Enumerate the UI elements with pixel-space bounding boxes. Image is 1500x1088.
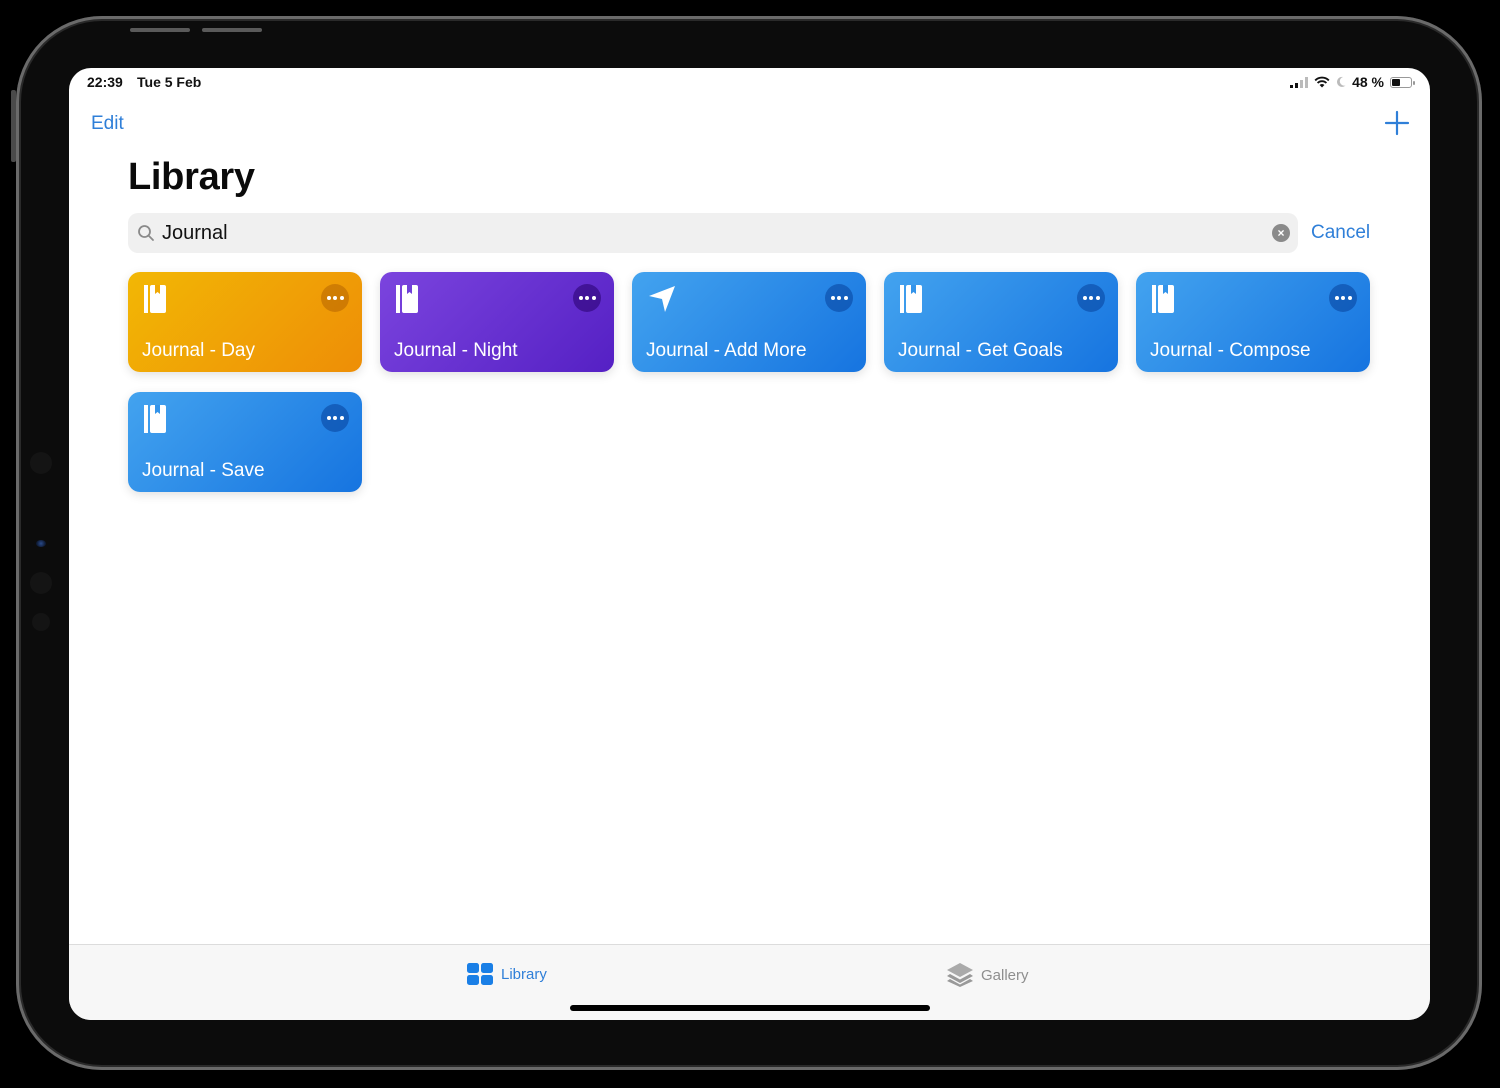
camera-icon	[36, 540, 46, 547]
signal-icon	[1290, 76, 1309, 88]
shortcut-card[interactable]: Journal - Compose	[1136, 272, 1370, 372]
tab-label: Library	[501, 965, 547, 983]
plus-icon[interactable]	[1384, 110, 1410, 136]
more-button[interactable]	[321, 404, 349, 432]
volume-button	[202, 28, 262, 32]
journal-icon	[900, 285, 922, 313]
shortcut-label: Journal - Compose	[1150, 340, 1311, 361]
status-date: Tue 5 Feb	[137, 74, 202, 90]
shortcut-label: Journal - Add More	[646, 340, 807, 361]
wifi-icon	[1314, 76, 1330, 88]
search-bar: ×	[128, 213, 1298, 253]
edit-button[interactable]: Edit	[91, 113, 124, 135]
screen: 22:39 Tue 5 Feb 48 % Edit Library Journa…	[69, 68, 1430, 1020]
more-button[interactable]	[573, 284, 601, 312]
shortcut-card[interactable]: Journal - Add More	[632, 272, 866, 372]
journal-icon	[396, 285, 418, 313]
shortcut-label: Journal - Get Goals	[898, 340, 1063, 361]
volume-button	[130, 28, 190, 32]
journal-icon	[144, 285, 166, 313]
shortcut-card[interactable]: Journal - Night	[380, 272, 614, 372]
shortcut-grid: Journal - Day Journal - Night Journal - …	[128, 272, 1370, 492]
shortcut-label: Journal - Save	[142, 460, 265, 481]
home-indicator[interactable]	[570, 1005, 930, 1011]
shortcut-card[interactable]: Journal - Get Goals	[884, 272, 1118, 372]
shortcut-card[interactable]: Journal - Day	[128, 272, 362, 372]
tab-label: Gallery	[981, 966, 1029, 984]
more-button[interactable]	[321, 284, 349, 312]
top-button	[11, 90, 16, 162]
journal-icon	[1152, 285, 1174, 313]
search-icon	[138, 225, 154, 241]
status-right: 48 %	[1290, 74, 1415, 90]
status-bar: 22:39 Tue 5 Feb 48 %	[87, 74, 1415, 94]
cancel-button[interactable]: Cancel	[1311, 222, 1370, 244]
more-button[interactable]	[1077, 284, 1105, 312]
gallery-layers-icon	[947, 963, 973, 987]
sensor-dot	[32, 613, 50, 631]
shortcut-label: Journal - Day	[142, 340, 255, 361]
battery-text: 48 %	[1352, 74, 1384, 90]
shortcut-card[interactable]: Journal - Save	[128, 392, 362, 492]
more-button[interactable]	[825, 284, 853, 312]
tab-gallery[interactable]: Gallery	[947, 963, 1029, 987]
clear-icon[interactable]: ×	[1272, 224, 1290, 242]
journal-icon	[144, 405, 166, 433]
shortcut-label: Journal - Night	[394, 340, 518, 361]
sensor-dot	[30, 452, 52, 474]
more-button[interactable]	[1329, 284, 1357, 312]
page-title: Library	[128, 156, 255, 198]
status-time: 22:39	[87, 74, 123, 90]
sensor-dot	[30, 572, 52, 594]
location-arrow-icon	[649, 286, 675, 312]
moon-icon	[1337, 76, 1346, 87]
tab-library[interactable]: Library	[467, 963, 547, 985]
search-input[interactable]	[162, 213, 1262, 253]
tab-bar: Library Gallery	[69, 944, 1430, 1020]
library-grid-icon	[467, 963, 493, 985]
battery-icon	[1390, 76, 1415, 88]
